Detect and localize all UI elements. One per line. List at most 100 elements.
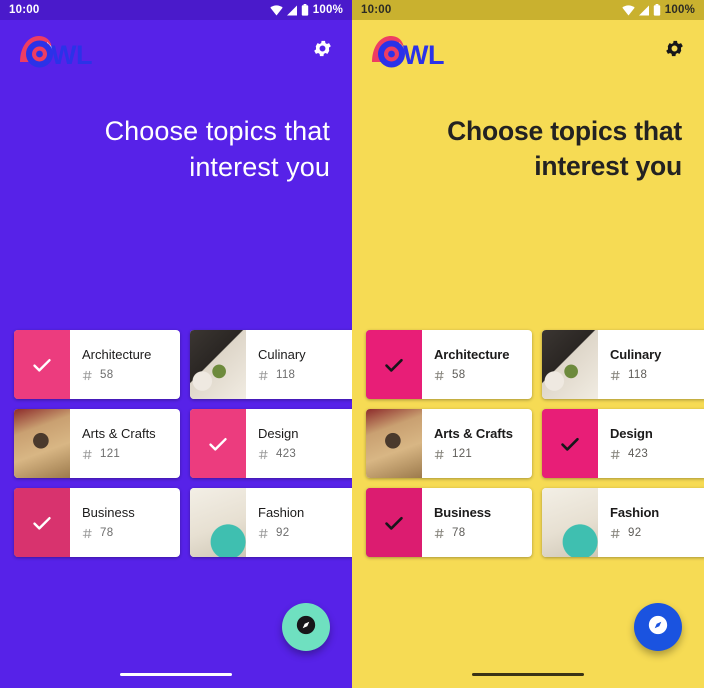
battery-percent: 100% [312, 4, 343, 16]
hash-icon [82, 370, 93, 381]
check-icon [14, 330, 70, 399]
gesture-nav-bar[interactable] [352, 673, 704, 676]
wifi-icon [622, 4, 635, 16]
topic-count: 423 [628, 448, 649, 461]
topic-name: Architecture [82, 346, 152, 362]
topic-thumbnail [366, 488, 422, 557]
topic-thumbnail [190, 330, 246, 399]
hash-icon [434, 528, 445, 539]
status-bar: 10:00 100% [352, 0, 704, 20]
status-bar-right: 100% [270, 4, 343, 16]
topic-count: 58 [100, 369, 114, 382]
settings-button[interactable] [306, 35, 338, 67]
topic-card-architecture[interactable]: Architecture 58 [14, 330, 180, 399]
status-bar-left: 10:00 [9, 4, 39, 16]
topic-row: Business 78 Fashion 92 [14, 488, 352, 557]
topic-meta: Culinary 118 [598, 330, 704, 399]
topic-card-design[interactable]: Design 423 [542, 409, 704, 478]
topic-meta: Culinary 118 [246, 330, 352, 399]
topic-meta: Fashion 92 [246, 488, 352, 557]
topic-card-design[interactable]: Design 423 [190, 409, 352, 478]
check-icon [366, 330, 422, 399]
gesture-handle[interactable] [472, 673, 584, 676]
topic-card-arts-crafts[interactable]: Arts & Crafts 121 [14, 409, 180, 478]
hash-icon [258, 449, 269, 460]
topic-stat: 423 [610, 448, 704, 460]
signal-icon [638, 5, 650, 16]
page-title-line-2: interest you [534, 151, 682, 182]
settings-button[interactable] [658, 35, 690, 67]
svg-text:WL: WL [51, 40, 92, 70]
topic-meta: Architecture 58 [422, 330, 532, 399]
topic-card-fashion[interactable]: Fashion 92 [190, 488, 352, 557]
topic-count: 78 [100, 527, 114, 540]
app-bar: WL [0, 20, 352, 82]
battery-percent: 100% [664, 4, 695, 16]
signal-icon [286, 5, 298, 16]
hash-icon [434, 370, 445, 381]
topic-name: Arts & Crafts [82, 425, 156, 441]
check-icon [542, 409, 598, 478]
clock: 10:00 [9, 4, 40, 16]
topic-stat: 58 [82, 369, 180, 381]
topic-name: Fashion [258, 504, 305, 520]
gesture-nav-bar[interactable] [0, 673, 352, 676]
topic-meta: Design 423 [246, 409, 352, 478]
check-icon [190, 409, 246, 478]
topic-card-architecture[interactable]: Architecture 58 [366, 330, 532, 399]
topic-grid: Architecture 58 Culinary 118 Arts & Craf… [14, 330, 352, 567]
topic-meta: Arts & Crafts 121 [422, 409, 532, 478]
page-title-line-2: interest you [189, 151, 330, 182]
topic-card-culinary[interactable]: Culinary 118 [542, 330, 704, 399]
status-bar-left: 10:00 [361, 4, 391, 16]
hash-icon [258, 370, 269, 381]
page-title: Choose topics that interest you [0, 114, 352, 185]
topic-count: 58 [452, 369, 466, 382]
fashion-photo [190, 488, 246, 557]
topic-thumbnail [366, 409, 422, 478]
topic-card-fashion[interactable]: Fashion 92 [542, 488, 704, 557]
explore-fab[interactable] [282, 603, 330, 651]
status-bar-right: 100% [622, 4, 695, 16]
topic-card-business[interactable]: Business 78 [14, 488, 180, 557]
topic-name: Fashion [610, 504, 660, 520]
topic-name: Design [258, 425, 299, 441]
battery-icon [653, 4, 661, 16]
topic-count: 423 [276, 448, 297, 461]
arts-crafts-photo [14, 409, 70, 478]
topic-meta: Business 78 [70, 488, 180, 557]
page-title: Choose topics that interest you [352, 114, 704, 184]
page-title-line-1: Choose topics that [447, 116, 682, 146]
topic-stat: 78 [434, 527, 532, 539]
gesture-handle[interactable] [120, 673, 232, 676]
topic-name: Arts & Crafts [434, 425, 513, 441]
gear-icon [664, 38, 685, 64]
page-title-line-1: Choose topics that [104, 116, 330, 146]
phone-screenshot-purple-theme: 10:00 100% WL Choose topics that interes… [0, 0, 352, 688]
topic-meta: Design 423 [598, 409, 704, 478]
topic-count: 92 [276, 527, 290, 540]
topic-card-arts-crafts[interactable]: Arts & Crafts 121 [366, 409, 532, 478]
hash-icon [82, 528, 93, 539]
topic-name: Architecture [434, 346, 510, 362]
topic-stat: 121 [82, 448, 180, 460]
battery-icon [301, 4, 309, 16]
topic-count: 78 [452, 527, 466, 540]
topic-count: 121 [452, 448, 473, 461]
topic-stat: 118 [258, 369, 352, 381]
topic-stat: 92 [258, 527, 352, 539]
topic-stat: 78 [82, 527, 180, 539]
topic-card-business[interactable]: Business 78 [366, 488, 532, 557]
hash-icon [610, 528, 621, 539]
culinary-photo [190, 330, 246, 399]
topic-card-culinary[interactable]: Culinary 118 [190, 330, 352, 399]
topic-stat: 92 [610, 527, 704, 539]
topic-stat: 118 [610, 369, 704, 381]
wifi-icon [270, 4, 283, 16]
fashion-photo [542, 488, 598, 557]
topic-row: Arts & Crafts 121 Design 423 [366, 409, 704, 478]
explore-fab[interactable] [634, 603, 682, 651]
hash-icon [610, 370, 621, 381]
topic-count: 118 [628, 369, 648, 382]
hash-icon [82, 449, 93, 460]
